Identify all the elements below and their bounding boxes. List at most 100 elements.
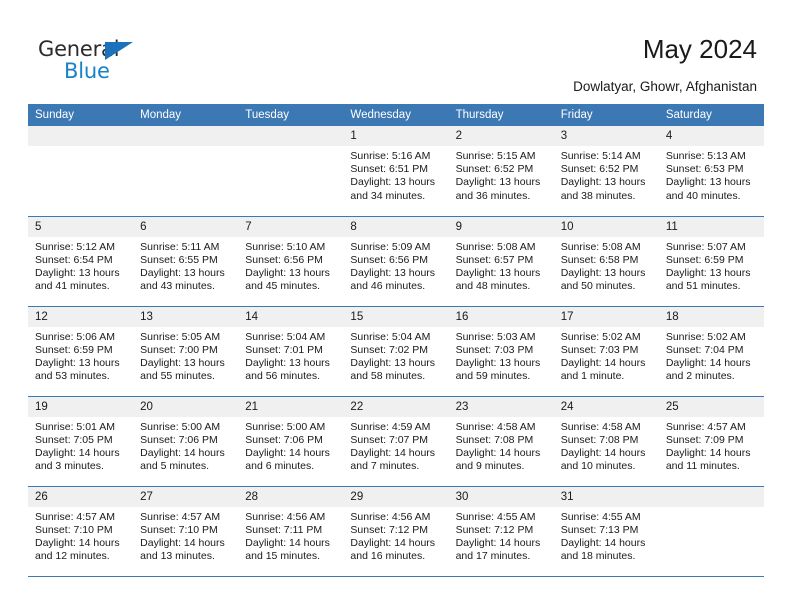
day-sun-info xyxy=(659,507,764,511)
day-info-line: Sunrise: 5:12 AM xyxy=(35,240,115,253)
calendar-day-cell[interactable]: 18 Sunrise: 5:02 AM Sunset: 7:04 PM Dayligh… xyxy=(658,305,764,396)
calendar-week-row: 19 Sunrise: 5:01 AM Sunset: 7:05 PM Dayligh… xyxy=(28,395,764,486)
calendar-day-cell[interactable]: 22 Sunrise: 4:59 AM Sunset: 7:07 PM Dayligh… xyxy=(343,395,449,486)
day-info-line: Daylight: 14 hours xyxy=(665,356,751,369)
day-sun-info xyxy=(238,146,343,150)
day-info-line: and 16 minutes. xyxy=(350,550,426,563)
day-info-line: Sunset: 6:53 PM xyxy=(665,163,744,176)
day-number: 23 xyxy=(448,396,554,417)
calendar-day-cell[interactable]: 25 Sunrise: 4:57 AM Sunset: 7:09 PM Dayligh… xyxy=(658,395,764,486)
day-info-line: Sunset: 6:59 PM xyxy=(35,343,113,356)
day-info-line: Sunrise: 4:59 AM xyxy=(350,420,431,433)
calendar-day-cell[interactable]: 31 Sunrise: 4:55 AM Sunset: 7:13 PM Dayligh… xyxy=(553,485,659,576)
calendar-day-cell[interactable]: 11 Sunrise: 5:07 AM Sunset: 6:59 PM Dayligh… xyxy=(658,215,764,306)
calendar-day-cell[interactable]: 6 Sunrise: 5:11 AM Sunset: 6:55 PM Daylight… xyxy=(133,215,239,306)
day-number: 10 xyxy=(553,216,659,237)
day-info-line: and 7 minutes. xyxy=(350,460,420,473)
day-info-line: Sunset: 6:59 PM xyxy=(665,253,744,266)
calendar-day-cell[interactable]: 5 Sunrise: 5:12 AM Sunset: 6:54 PM Daylight… xyxy=(28,215,134,306)
day-info-line: and 15 minutes. xyxy=(245,550,320,563)
day-info-line: Sunrise: 5:03 AM xyxy=(455,330,536,343)
calendar-day-cell[interactable]: 9 Sunrise: 5:08 AM Sunset: 6:57 PM Daylight… xyxy=(448,215,554,306)
calendar-day-cell[interactable]: 12 Sunrise: 5:06 AM Sunset: 6:59 PM Dayligh… xyxy=(28,305,134,396)
day-info-line: Sunset: 6:51 PM xyxy=(350,163,429,176)
day-info-line: Daylight: 13 hours xyxy=(350,176,436,189)
calendar-week-row: 26 Sunrise: 4:57 AM Sunset: 7:10 PM Dayligh… xyxy=(28,485,764,576)
day-info-line: Sunset: 7:10 PM xyxy=(140,523,218,536)
day-number: 5 xyxy=(28,216,134,237)
calendar-day-cell-empty xyxy=(133,126,239,216)
calendar-day-cell[interactable]: 10 Sunrise: 5:08 AM Sunset: 6:58 PM Dayligh… xyxy=(553,215,659,306)
day-number: 13 xyxy=(133,306,239,327)
day-number xyxy=(28,126,134,146)
calendar-head: Sunday Monday Tuesday Wednesday Thursday Frid… xyxy=(28,104,764,126)
calendar-day-cell[interactable]: 27 Sunrise: 4:57 AM Sunset: 7:10 PM Dayligh… xyxy=(133,485,239,576)
day-info-line: and 10 minutes. xyxy=(560,460,636,473)
day-info-line: Sunrise: 5:07 AM xyxy=(665,240,746,253)
day-sun-info: Sunrise: 5:06 AM Sunset: 6:59 PM Daylight:… xyxy=(28,327,133,384)
day-info-line: Sunset: 6:56 PM xyxy=(245,253,323,266)
day-info-line: Sunrise: 5:10 AM xyxy=(245,240,326,253)
calendar-day-cell[interactable]: 1 Sunrise: 5:16 AM Sunset: 6:51 PM Daylight… xyxy=(343,126,449,216)
calendar-day-cell[interactable]: 13 Sunrise: 5:05 AM Sunset: 7:00 PM Dayligh… xyxy=(133,305,239,396)
day-info-line: Sunset: 6:54 PM xyxy=(35,253,113,266)
calendar-day-cell[interactable]: 19 Sunrise: 5:01 AM Sunset: 7:05 PM Dayligh… xyxy=(28,395,134,486)
weekday-header-tuesday: Tuesday xyxy=(238,104,344,126)
day-sun-info: Sunrise: 5:02 AM Sunset: 7:04 PM Daylight:… xyxy=(659,327,764,384)
general-blue-logo[interactable]: General Blue xyxy=(38,36,158,88)
calendar-day-cell[interactable]: 17 Sunrise: 5:02 AM Sunset: 7:03 PM Dayligh… xyxy=(553,305,659,396)
calendar-day-cell[interactable]: 2 Sunrise: 5:15 AM Sunset: 6:52 PM Daylight… xyxy=(448,126,554,216)
calendar-week-row: 12 Sunrise: 5:06 AM Sunset: 6:59 PM Dayligh… xyxy=(28,305,764,396)
calendar-day-cell[interactable]: 8 Sunrise: 5:09 AM Sunset: 6:56 PM Daylight… xyxy=(343,215,449,306)
calendar-day-cell[interactable]: 3 Sunrise: 5:14 AM Sunset: 6:52 PM Daylight… xyxy=(553,126,659,216)
day-info-line: Daylight: 13 hours xyxy=(140,266,225,279)
day-info-line: Daylight: 13 hours xyxy=(455,356,541,369)
day-info-line: Sunset: 6:57 PM xyxy=(455,253,534,266)
day-sun-info: Sunrise: 4:55 AM Sunset: 7:12 PM Daylight:… xyxy=(449,507,554,564)
calendar-day-cell[interactable]: 14 Sunrise: 5:04 AM Sunset: 7:01 PM Dayligh… xyxy=(238,305,344,396)
calendar-day-cell[interactable]: 21 Sunrise: 5:00 AM Sunset: 7:06 PM Dayligh… xyxy=(238,395,344,486)
day-number: 4 xyxy=(658,126,764,146)
day-number xyxy=(133,126,239,146)
day-info-line: Daylight: 14 hours xyxy=(35,536,120,549)
calendar-table: Sunday Monday Tuesday Wednesday Thursday Frid… xyxy=(28,104,764,576)
calendar-day-cell-empty xyxy=(238,126,344,216)
day-info-line: and 56 minutes. xyxy=(245,370,320,383)
day-number: 22 xyxy=(343,396,449,417)
day-info-line: and 46 minutes. xyxy=(350,280,426,293)
day-info-line: and 34 minutes. xyxy=(350,189,426,202)
day-info-line: Sunset: 6:56 PM xyxy=(350,253,429,266)
calendar-day-cell[interactable]: 4 Sunrise: 5:13 AM Sunset: 6:53 PM Daylight… xyxy=(658,126,764,216)
calendar-day-cell[interactable]: 28 Sunrise: 4:56 AM Sunset: 7:11 PM Dayligh… xyxy=(238,485,344,576)
day-number: 6 xyxy=(133,216,239,237)
calendar-day-cell[interactable]: 30 Sunrise: 4:55 AM Sunset: 7:12 PM Dayligh… xyxy=(448,485,554,576)
day-info-line: Sunrise: 5:04 AM xyxy=(350,330,431,343)
day-sun-info: Sunrise: 4:57 AM Sunset: 7:10 PM Daylight:… xyxy=(133,507,238,564)
calendar-page: General Blue May 2024 Dowlatyar, Ghowr, … xyxy=(0,0,792,612)
day-info-line: and 12 minutes. xyxy=(35,550,110,563)
calendar-day-cell[interactable]: 15 Sunrise: 5:04 AM Sunset: 7:02 PM Dayligh… xyxy=(343,305,449,396)
day-number: 24 xyxy=(553,396,659,417)
calendar-day-cell[interactable]: 7 Sunrise: 5:10 AM Sunset: 6:56 PM Daylight… xyxy=(238,215,344,306)
day-info-line: Sunset: 7:02 PM xyxy=(350,343,429,356)
day-info-line: and 6 minutes. xyxy=(245,460,315,473)
day-info-line: Daylight: 14 hours xyxy=(560,536,646,549)
day-number: 20 xyxy=(133,396,239,417)
day-sun-info: Sunrise: 5:05 AM Sunset: 7:00 PM Daylight:… xyxy=(133,327,238,384)
calendar-day-cell[interactable]: 23 Sunrise: 4:58 AM Sunset: 7:08 PM Dayligh… xyxy=(448,395,554,486)
day-sun-info: Sunrise: 5:08 AM Sunset: 6:57 PM Daylight:… xyxy=(449,237,554,294)
day-info-line: Sunrise: 5:13 AM xyxy=(665,150,746,162)
calendar-day-cell[interactable]: 16 Sunrise: 5:03 AM Sunset: 7:03 PM Dayligh… xyxy=(448,305,554,396)
day-sun-info: Sunrise: 5:10 AM Sunset: 6:56 PM Daylight:… xyxy=(238,237,343,294)
calendar-day-cell[interactable]: 29 Sunrise: 4:56 AM Sunset: 7:12 PM Dayligh… xyxy=(343,485,449,576)
day-info-line: Sunrise: 4:58 AM xyxy=(560,420,641,433)
calendar-day-cell[interactable]: 26 Sunrise: 4:57 AM Sunset: 7:10 PM Dayligh… xyxy=(28,485,134,576)
day-info-line: Sunrise: 5:16 AM xyxy=(350,150,431,162)
calendar-day-cell[interactable]: 24 Sunrise: 4:58 AM Sunset: 7:08 PM Dayligh… xyxy=(553,395,659,486)
day-sun-info: Sunrise: 5:04 AM Sunset: 7:01 PM Daylight:… xyxy=(238,327,343,384)
day-info-line: and 45 minutes. xyxy=(245,280,320,293)
weekday-header-sunday: Sunday xyxy=(28,104,134,126)
day-info-line: and 13 minutes. xyxy=(140,550,215,563)
calendar-day-cell[interactable]: 20 Sunrise: 5:00 AM Sunset: 7:06 PM Dayligh… xyxy=(133,395,239,486)
day-info-line: Sunrise: 5:14 AM xyxy=(560,150,641,162)
